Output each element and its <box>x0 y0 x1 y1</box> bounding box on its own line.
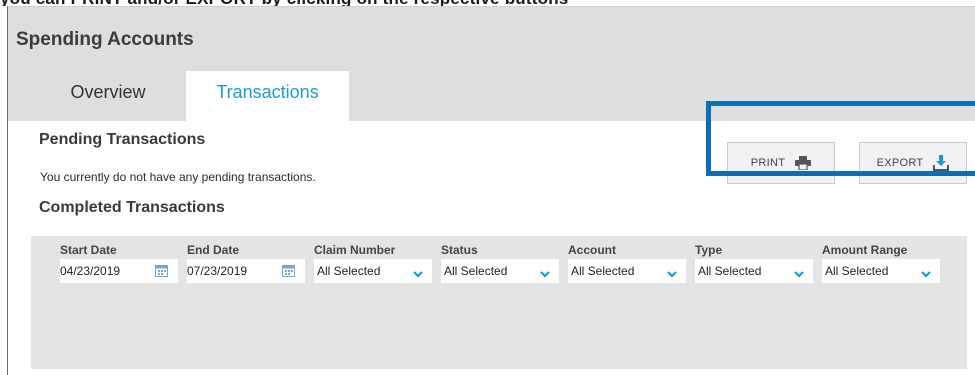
filter-label: Account <box>568 243 616 257</box>
account-select[interactable]: All Selected <box>568 259 686 283</box>
chevron-down-icon <box>794 267 804 281</box>
filter-label: Status <box>441 243 478 257</box>
filter-label: Start Date <box>60 243 117 257</box>
type-value: All Selected <box>698 264 762 278</box>
calendar-icon[interactable] <box>282 264 295 280</box>
page-header: Spending Accounts <box>8 7 975 71</box>
end-date-input[interactable]: 07/23/2019 <box>187 259 305 283</box>
filter-start-date: Start Date 04/23/2019 <box>60 243 178 283</box>
claim-number-value: All Selected <box>317 264 381 278</box>
claim-number-select[interactable]: All Selected <box>314 259 432 283</box>
end-date-value: 07/23/2019 <box>187 264 248 278</box>
filter-claim-number: Claim Number All Selected <box>314 243 432 283</box>
tab-transactions[interactable]: Transactions <box>186 71 349 121</box>
start-date-value: 04/23/2019 <box>60 264 121 278</box>
filter-label: Amount Range <box>822 243 908 257</box>
start-date-input[interactable]: 04/23/2019 <box>60 259 178 283</box>
tab-overview[interactable]: Overview <box>38 71 178 121</box>
filter-label: End Date <box>187 243 240 257</box>
actions-highlight-box <box>706 101 975 176</box>
filter-status: Status All Selected <box>441 243 559 283</box>
amount-range-value: All Selected <box>825 264 889 278</box>
pending-transactions-message: You currently do not have any pending tr… <box>40 170 316 184</box>
chevron-down-icon <box>667 267 677 281</box>
filter-label: Claim Number <box>314 243 396 257</box>
chevron-down-icon <box>540 267 550 281</box>
status-value: All Selected <box>444 264 508 278</box>
filter-end-date: End Date 07/23/2019 <box>187 243 305 283</box>
filter-type: Type All Selected <box>695 243 813 283</box>
status-select[interactable]: All Selected <box>441 259 559 283</box>
chevron-down-icon <box>921 267 931 281</box>
pending-transactions-title: Pending Transactions <box>39 131 206 148</box>
transaction-filter-bar: Start Date 04/23/2019 End Date 07/23/201… <box>31 236 967 369</box>
filter-account: Account All Selected <box>568 243 686 283</box>
completed-transactions-title: Completed Transactions <box>39 199 225 216</box>
calendar-icon[interactable] <box>155 264 168 280</box>
amount-range-select[interactable]: All Selected <box>822 259 940 283</box>
chevron-down-icon <box>413 267 423 281</box>
filter-label: Type <box>695 243 723 257</box>
account-value: All Selected <box>571 264 635 278</box>
filter-amount-range: Amount Range All Selected <box>822 243 940 283</box>
page-title: Spending Accounts <box>16 29 194 50</box>
type-select[interactable]: All Selected <box>695 259 813 283</box>
